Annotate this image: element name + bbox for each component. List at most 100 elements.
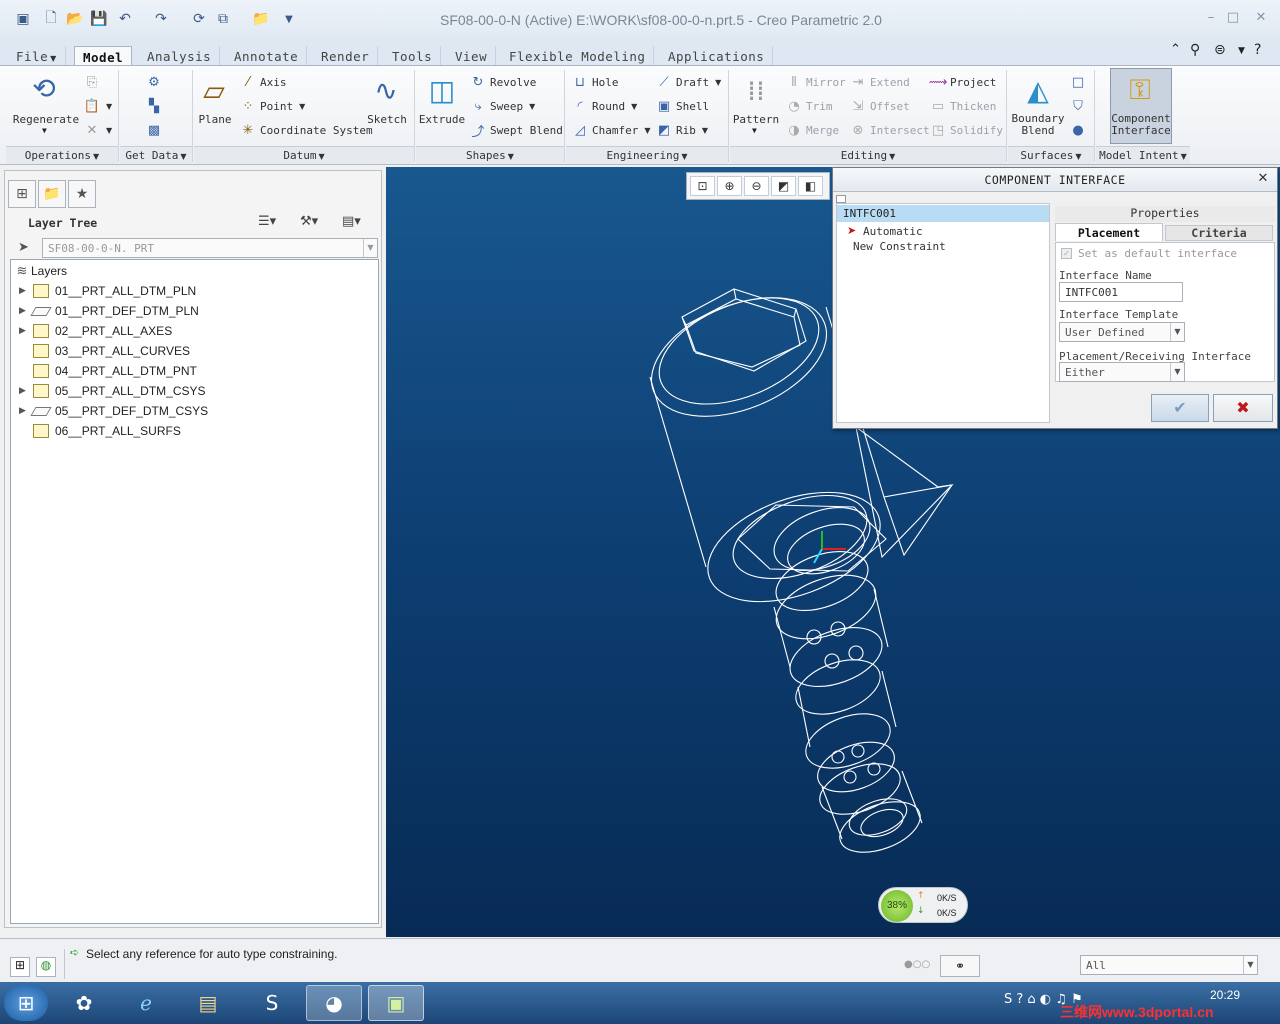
default-interface-checkbox[interactable]: ✓ bbox=[1061, 248, 1072, 259]
plane-icon[interactable]: ▱ bbox=[196, 72, 232, 108]
tree-root[interactable]: ≋ Layers bbox=[13, 262, 67, 280]
expand-arrow-icon[interactable]: ▶ bbox=[19, 326, 33, 336]
tab-criteria[interactable]: Criteria bbox=[1165, 225, 1273, 241]
network-monitor[interactable]: 38% ↑ ↓ 0K/S 0K/S bbox=[878, 887, 968, 923]
plane-label[interactable]: Plane bbox=[196, 113, 234, 126]
interface-item[interactable]: INTFC001 bbox=[837, 205, 1049, 222]
dialog-close-icon[interactable]: ✕ bbox=[1255, 171, 1271, 187]
repaint-icon[interactable]: ◩ bbox=[771, 176, 796, 196]
new-constraint[interactable]: New Constraint bbox=[853, 240, 946, 253]
offset-button[interactable]: ⇲ Offset bbox=[850, 98, 910, 114]
close-window-icon[interactable]: 📁 bbox=[250, 8, 272, 30]
rib-button[interactable]: ◩ Rib ▼ bbox=[656, 122, 708, 138]
ok-button[interactable]: ✔ bbox=[1151, 394, 1209, 422]
layer-row[interactable]: ▶ 01__PRT_ALL_DTM_PLN bbox=[19, 282, 196, 300]
sogou-icon[interactable]: S bbox=[244, 985, 300, 1021]
creo-taskbar-icon[interactable]: ▣ bbox=[368, 985, 424, 1021]
delete-button[interactable]: ✕ ▼ bbox=[84, 122, 113, 138]
draft-button[interactable]: ⟋ Draft ▼ bbox=[656, 74, 721, 90]
group-model-intent[interactable]: Model Intent ▼ bbox=[1096, 146, 1190, 164]
group-shapes[interactable]: Shapes ▼ bbox=[416, 146, 564, 164]
open-folder-icon[interactable]: 📂 bbox=[64, 8, 86, 30]
constraint-automatic[interactable]: Automatic bbox=[863, 225, 923, 238]
tab-tools[interactable]: Tools bbox=[384, 46, 442, 66]
pattern-icon[interactable]: ⁞⁞ bbox=[738, 72, 774, 108]
mirror-button[interactable]: ⫴ Mirror bbox=[786, 74, 845, 90]
revolve-button[interactable]: ↻ Revolve bbox=[470, 74, 537, 90]
extend-button[interactable]: ⇥ Extend bbox=[850, 74, 910, 90]
copy-button[interactable]: ⎘ bbox=[84, 74, 100, 90]
search-icon[interactable]: ⚲ bbox=[1190, 42, 1200, 58]
new-file-icon[interactable]: 🗋 bbox=[40, 8, 62, 30]
group-surfaces[interactable]: Surfaces ▼ bbox=[1008, 146, 1094, 164]
hole-button[interactable]: ⊔ Hole bbox=[572, 74, 619, 90]
list-checkbox[interactable] bbox=[836, 195, 846, 203]
fill-button[interactable]: □ bbox=[1070, 74, 1086, 90]
solidify-button[interactable]: ◳ Solidify bbox=[930, 122, 1003, 138]
interface-template-select[interactable]: User Defined ▼ bbox=[1059, 322, 1185, 342]
active-model-selector[interactable]: SF08-00-0-N. PRT ▼ bbox=[42, 238, 378, 258]
regenerate-label[interactable]: Regenerate bbox=[12, 113, 80, 126]
browser-icon[interactable]: ℯ bbox=[118, 985, 174, 1021]
axis-button[interactable]: ⁄ Axis bbox=[240, 74, 287, 90]
settings-tools-icon[interactable]: ⚒▾ bbox=[300, 214, 318, 229]
favorites-tab-icon[interactable]: ★ bbox=[68, 180, 96, 208]
layer-row[interactable]: ▶ 05__PRT_ALL_DTM_CSYS bbox=[19, 382, 206, 400]
group-editing[interactable]: Editing ▼ bbox=[730, 146, 1006, 164]
windows-icon[interactable]: ⧉ bbox=[212, 8, 234, 30]
layer-row[interactable]: ▶ 02__PRT_ALL_AXES bbox=[19, 322, 172, 340]
redo-icon[interactable]: ↷ bbox=[150, 8, 172, 30]
chamfer-button[interactable]: ◿ Chamfer ▼ bbox=[572, 122, 651, 138]
zoom-in-icon[interactable]: ⊕ bbox=[717, 176, 742, 196]
maximize-button[interactable]: □ bbox=[1220, 10, 1246, 28]
layer-row[interactable]: 03__PRT_ALL_CURVES bbox=[19, 342, 190, 360]
layer-row[interactable]: ▶ 01__PRT_DEF_DTM_PLN bbox=[19, 302, 199, 320]
undo-icon[interactable]: ↶ bbox=[114, 8, 136, 30]
model-tree-tab-icon[interactable]: ⊞ bbox=[8, 180, 36, 208]
tab-view[interactable]: View bbox=[447, 46, 497, 66]
shrinkwrap-button[interactable]: ▩ bbox=[146, 122, 162, 138]
coordinate-system-button[interactable]: ✳ Coordinate System bbox=[240, 122, 373, 138]
tab-analysis[interactable]: Analysis bbox=[139, 46, 221, 66]
user-defined-feature-button[interactable]: ⚙ bbox=[146, 74, 162, 90]
extrude-icon[interactable]: ◫ bbox=[424, 72, 460, 108]
boundary-blend-label[interactable]: Boundary Blend bbox=[1010, 113, 1066, 137]
collapse-ribbon-icon[interactable]: ⌃ bbox=[1170, 42, 1181, 57]
tab-render[interactable]: Render bbox=[313, 46, 379, 66]
group-get-data[interactable]: Get Data ▼ bbox=[120, 146, 192, 164]
toggle-navigator-icon[interactable]: ⊞ bbox=[10, 957, 30, 977]
tab-placement[interactable]: Placement bbox=[1055, 223, 1163, 241]
extrude-label[interactable]: Extrude bbox=[418, 113, 466, 126]
thicken-button[interactable]: ▭ Thicken bbox=[930, 98, 997, 114]
swept-blend-button[interactable]: ⤴ Swept Blend bbox=[470, 122, 562, 140]
layer-show-icon[interactable]: ☰▾ bbox=[258, 214, 276, 229]
toggle-browser-icon[interactable]: ◍ bbox=[36, 957, 56, 977]
taskbar-app-icon[interactable]: ✿ bbox=[56, 985, 112, 1021]
tab-applications[interactable]: Applications bbox=[660, 46, 774, 66]
group-engineering[interactable]: Engineering ▼ bbox=[566, 146, 728, 164]
display-style-icon[interactable]: ◧ bbox=[798, 176, 823, 196]
close-button[interactable]: ✕ bbox=[1248, 10, 1274, 28]
project-button[interactable]: ⟿ Project bbox=[929, 74, 997, 90]
pattern-label[interactable]: Pattern bbox=[732, 113, 780, 126]
layer-row[interactable]: ▶ 05__PRT_DEF_DTM_CSYS bbox=[19, 402, 208, 420]
zoom-out-icon[interactable]: ⊖ bbox=[744, 176, 769, 196]
chat-app-icon[interactable]: ◕ bbox=[306, 985, 362, 1021]
round-button[interactable]: ◜ Round ▼ bbox=[572, 98, 637, 114]
paste-button[interactable]: 📋 ▼ bbox=[84, 98, 112, 114]
layer-row[interactable]: 04__PRT_ALL_DTM_PNT bbox=[19, 362, 197, 380]
select-arrow-icon[interactable]: ➤ bbox=[18, 240, 29, 255]
regenerate-dropdown-icon[interactable]: ▼ bbox=[42, 126, 47, 135]
sketch-icon[interactable]: ∿ bbox=[368, 72, 404, 108]
refit-icon[interactable]: ⊡ bbox=[690, 176, 715, 196]
group-operations[interactable]: Operations ▼ bbox=[6, 146, 118, 164]
start-button[interactable]: ⊞ bbox=[4, 985, 48, 1021]
regenerate-quick-icon[interactable]: ⟳ bbox=[188, 8, 210, 30]
customize-quick-access-icon[interactable]: ▼ bbox=[278, 8, 300, 30]
group-datum[interactable]: Datum ▼ bbox=[194, 146, 414, 164]
sketch-label[interactable]: Sketch bbox=[366, 113, 408, 126]
cancel-button[interactable]: ✖ bbox=[1213, 394, 1273, 422]
help-icon[interactable]: ? bbox=[1254, 42, 1261, 58]
pattern-dropdown-icon[interactable]: ▼ bbox=[752, 126, 757, 135]
interface-name-input[interactable]: INTFC001 bbox=[1059, 282, 1183, 302]
